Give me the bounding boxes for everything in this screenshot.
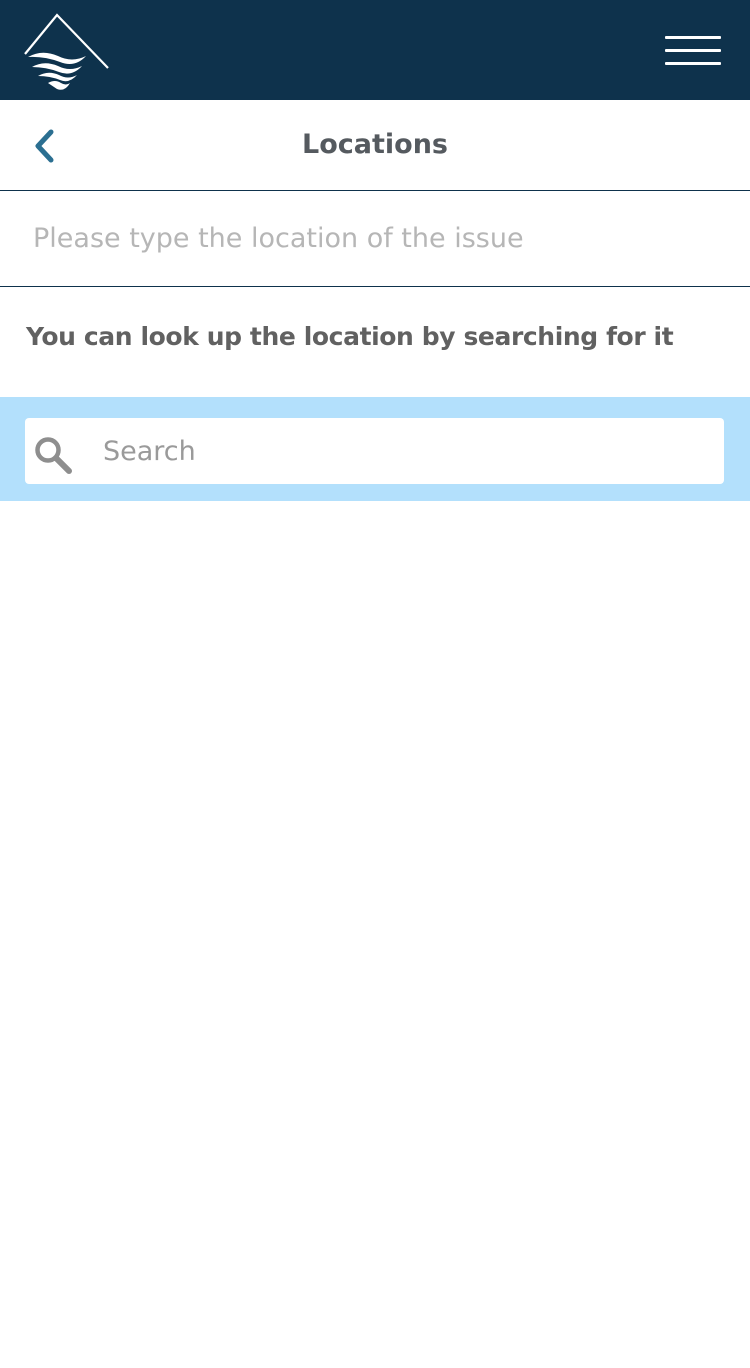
location-field-row (0, 191, 750, 287)
search-input[interactable] (103, 418, 713, 484)
title-bar: Locations (0, 100, 750, 191)
location-helper-text: You can look up the location by searchin… (26, 322, 674, 351)
search-results-list (0, 501, 750, 1368)
app-screen: Locations You can look up the location b… (0, 0, 750, 1368)
search-icon (35, 437, 72, 474)
chevron-left-icon (35, 129, 54, 163)
search-box[interactable] (25, 418, 724, 484)
mountain-waves-logo-icon[interactable] (22, 12, 112, 92)
back-button[interactable] (22, 124, 66, 168)
menu-bar-line (665, 36, 721, 39)
page-title: Locations (302, 129, 448, 160)
location-input[interactable] (20, 191, 730, 286)
menu-bar-line (665, 62, 721, 65)
hamburger-menu-icon[interactable] (662, 34, 724, 68)
top-navigation-bar (0, 0, 750, 100)
search-bar-container (0, 397, 750, 501)
menu-bar-line (665, 49, 721, 52)
